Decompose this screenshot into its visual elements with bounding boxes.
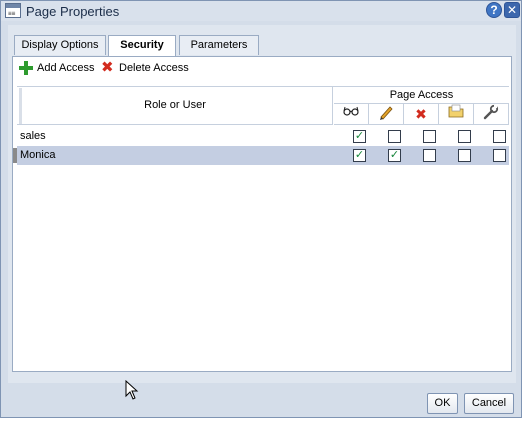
view-column-header [334,104,369,125]
view-access-checkbox[interactable]: ✓ [353,149,366,162]
delete-column-header: ✖ [404,104,439,125]
table-row-selected[interactable]: Monica ✓ ✓ [13,146,509,165]
delete-access-button[interactable]: ✖ Delete Access [101,59,193,77]
dialog-title: Page Properties [26,4,120,19]
close-button[interactable]: ✕ [504,2,520,18]
tab-parameters[interactable]: Parameters [179,35,259,55]
glasses-icon [343,106,359,116]
folder-icon [448,104,464,118]
role-column-header[interactable]: Role or User [17,87,333,125]
delete-access-checkbox[interactable] [423,130,436,143]
table-row[interactable]: sales ✓ [17,127,509,146]
tab-display-options[interactable]: Display Options [14,35,106,55]
customize-access-checkbox[interactable] [493,130,506,143]
red-x-icon: ✖ [415,106,427,122]
add-access-label: Add Access [37,62,95,74]
tab-security[interactable]: Security [108,35,176,57]
manage-column-header [439,104,474,125]
ok-button[interactable]: OK [427,393,458,414]
add-access-button[interactable]: Add Access [19,61,99,77]
page-properties-dialog: ≡≡ Page Properties ? ✕ Display Options S… [0,0,522,418]
row-selection-marker [13,148,17,163]
manage-access-checkbox[interactable] [458,130,471,143]
dialog-window-icon: ≡≡ [5,3,21,18]
edit-column-header [369,104,404,125]
help-button[interactable]: ? [486,2,502,18]
edit-access-checkbox[interactable]: ✓ [388,149,401,162]
row-role-name: sales [20,130,46,142]
page-access-header: Page Access [334,87,509,104]
delete-access-checkbox[interactable] [423,149,436,162]
mouse-pointer-icon [125,380,139,400]
customize-column-header [474,104,509,125]
role-column-label: Role or User [144,99,206,111]
customize-access-checkbox[interactable] [493,149,506,162]
pencil-icon [380,106,393,120]
add-icon [19,61,33,75]
edit-access-checkbox[interactable] [388,130,401,143]
title-bar: ≡≡ Page Properties ? ✕ [1,1,521,21]
delete-access-label: Delete Access [119,62,189,74]
manage-access-checkbox[interactable] [458,149,471,162]
cancel-button[interactable]: Cancel [464,393,514,414]
delete-icon: ✖ [101,59,114,76]
security-panel: Add Access ✖ Delete Access Role or User … [12,56,512,372]
wrench-icon [483,104,499,120]
row-role-name: Monica [20,149,56,161]
view-access-checkbox[interactable]: ✓ [353,130,366,143]
dialog-content: Display Options Security Parameters Add … [8,25,516,383]
access-table: Role or User Page Access ✖ sales ✓ Monic… [13,86,509,370]
